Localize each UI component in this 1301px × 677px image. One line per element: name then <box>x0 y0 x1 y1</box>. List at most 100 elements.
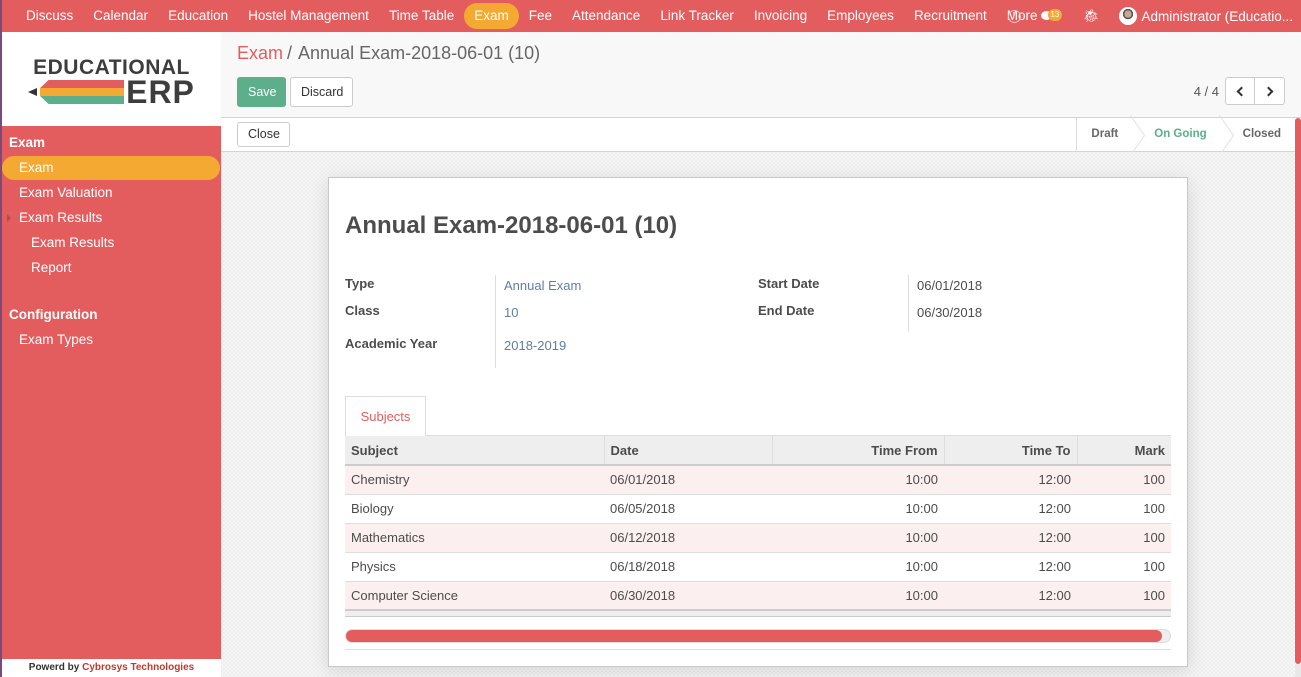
sidebar-item-exam[interactable]: Exam <box>2 156 220 180</box>
form-sheet: Annual Exam-2018-06-01 (10) Type Annual … <box>328 177 1188 667</box>
nav-item-exam[interactable]: Exam <box>464 3 519 29</box>
class-link[interactable]: 10 <box>504 305 518 320</box>
save-button[interactable]: Save <box>237 77 286 107</box>
cell-mark: 100 <box>1077 580 1171 610</box>
nav-item-time-table[interactable]: Time Table <box>379 3 464 29</box>
sidebar-subitem-exam-results[interactable]: Exam Results <box>2 231 221 255</box>
pencil-stripe-orange <box>40 88 125 96</box>
table-row[interactable]: Computer Science 06/30/2018 10:00 12:00 … <box>345 580 1171 610</box>
academic-year-link[interactable]: 2018-2019 <box>504 338 566 353</box>
subjects-table: Subject Date Time From Time To Mark Chem… <box>345 436 1171 617</box>
horizontal-scrollbar-thumb[interactable] <box>346 630 1162 642</box>
form-background: Annual Exam-2018-06-01 (10) Type Annual … <box>221 152 1295 677</box>
debug-button[interactable]: 🐞︎ <box>1083 8 1100 24</box>
caret-right-icon <box>7 214 11 222</box>
bug-icon: 🐞︎ <box>1082 8 1100 23</box>
horizontal-scrollbar[interactable] <box>345 629 1171 643</box>
type-link[interactable]: Annual Exam <box>504 278 581 293</box>
field-label: Academic Year <box>345 336 438 351</box>
column-header-mark[interactable]: Mark <box>1076 436 1171 466</box>
cell-time-from: 10:00 <box>772 551 944 581</box>
cell-date: 06/30/2018 <box>604 580 772 610</box>
column-header-date[interactable]: Date <box>603 436 772 466</box>
field-label: Class <box>345 303 380 318</box>
sidebar-item-label: Exam Valuation <box>19 185 113 200</box>
table-row[interactable]: Mathematics 06/12/2018 10:00 12:00 100 <box>345 522 1171 552</box>
status-steps: Draft On Going Closed <box>1076 118 1295 152</box>
nav-item-discuss[interactable]: Discuss <box>16 3 83 29</box>
form-statusbar: Close Draft On Going Closed <box>221 118 1295 152</box>
discard-button[interactable]: Discard <box>290 77 353 107</box>
sidebar-section-exam: Exam <box>9 135 46 150</box>
sidebar-item-exam-types[interactable]: Exam Types <box>2 328 221 352</box>
logo[interactable]: EDUCATIONAL ERP <box>2 32 221 126</box>
breadcrumb-separator: / <box>287 43 293 63</box>
sidebar: EDUCATIONAL ERP Exam Exam Exam Valuation… <box>0 32 221 677</box>
pager: 4 / 4 <box>1194 77 1285 105</box>
table-header: Subject Date Time From Time To Mark <box>345 436 1171 466</box>
powered-by-prefix: Powerd by <box>28 662 80 673</box>
nav-item-employees[interactable]: Employees <box>817 3 904 29</box>
vertical-scrollbar-track[interactable] <box>1295 664 1301 677</box>
chevron-left-icon <box>1236 86 1247 96</box>
table-row[interactable]: Physics 06/18/2018 10:00 12:00 100 <box>345 551 1171 581</box>
messages-button[interactable]: 13 <box>1040 9 1063 23</box>
powered-by-brand[interactable]: Cybrosys Technologies <box>82 662 194 673</box>
column-header-subject[interactable]: Subject <box>345 436 604 466</box>
pager-next-button[interactable] <box>1255 77 1285 105</box>
cell-mark: 100 <box>1077 522 1171 552</box>
control-panel: Exam / Annual Exam-2018-06-01 (10) Save Di… <box>221 32 1301 118</box>
field-academic-year: Academic Year 2018-2019 <box>345 327 745 363</box>
sidebar-item-exam-results[interactable]: Exam Results <box>2 206 221 230</box>
sidebar-item-label: Exam <box>19 160 54 175</box>
cell-date: 06/05/2018 <box>604 493 772 523</box>
nav-item-attendance[interactable]: Attendance <box>562 3 650 29</box>
user-menu[interactable]: Administrator (Educatio... <box>1119 7 1293 25</box>
cell-mark: 100 <box>1077 493 1171 523</box>
sidebar-subitem-report[interactable]: Report <box>2 256 221 280</box>
nav-item-fee[interactable]: Fee <box>519 3 562 29</box>
field-start-date: Start Date 06/01/2018 <box>758 273 1173 300</box>
activity-button[interactable] <box>1007 9 1021 23</box>
close-button[interactable]: Close <box>237 122 290 147</box>
table-footer <box>345 609 1171 617</box>
start-date-value: 06/01/2018 <box>917 278 983 293</box>
nav-item-education[interactable]: Education <box>158 3 238 29</box>
field-label: Type <box>345 276 375 291</box>
status-step-closed[interactable]: Closed <box>1221 118 1295 152</box>
tab-subjects[interactable]: Subjects <box>345 396 426 437</box>
chat-icon: 13 <box>1040 9 1063 23</box>
nav-item-calendar[interactable]: Calendar <box>83 3 158 29</box>
user-name: Administrator (Educatio... <box>1141 8 1293 24</box>
cell-subject: Mathematics <box>345 522 604 552</box>
chevron-right-icon <box>1263 86 1273 96</box>
cell-time-from: 10:00 <box>772 464 944 494</box>
nav-item-hostel-management[interactable]: Hostel Management <box>238 3 379 29</box>
nav-item-recruitment[interactable]: Recruitment <box>904 3 997 29</box>
pager-value[interactable]: 4 / 4 <box>1194 84 1219 99</box>
breadcrumb: Exam / Annual Exam-2018-06-01 (10) <box>237 43 540 64</box>
field-label: Start Date <box>758 276 820 291</box>
column-header-time-to[interactable]: Time To <box>943 436 1077 466</box>
table-row[interactable]: Biology 06/05/2018 10:00 12:00 100 <box>345 493 1171 523</box>
vertical-scrollbar-thumb[interactable] <box>1295 118 1301 664</box>
powered-by-footer: Powerd by Cybrosys Technologies <box>2 659 221 677</box>
pencil-icon <box>28 80 125 104</box>
column-header-time-from[interactable]: Time From <box>771 436 944 466</box>
sidebar-section-configuration: Configuration <box>9 307 98 322</box>
pencil-stripe-red <box>40 80 125 88</box>
cell-time-to: 12:00 <box>944 551 1077 581</box>
cell-time-from: 10:00 <box>772 493 944 523</box>
systray: 13 🐞︎ Administrator (Educatio... <box>998 0 1293 32</box>
avatar <box>1119 7 1138 25</box>
field-type: Type Annual Exam <box>345 273 745 300</box>
cell-time-from: 10:00 <box>772 522 944 552</box>
breadcrumb-parent[interactable]: Exam <box>237 43 283 63</box>
cell-subject: Computer Science <box>345 580 604 610</box>
sidebar-item-exam-valuation[interactable]: Exam Valuation <box>2 181 221 205</box>
cell-date: 06/12/2018 <box>604 522 772 552</box>
nav-item-link-tracker[interactable]: Link Tracker <box>650 3 744 29</box>
pager-previous-button[interactable] <box>1225 77 1255 105</box>
nav-item-invoicing[interactable]: Invoicing <box>744 3 817 29</box>
table-row[interactable]: Chemistry 06/01/2018 10:00 12:00 100 <box>345 464 1171 494</box>
